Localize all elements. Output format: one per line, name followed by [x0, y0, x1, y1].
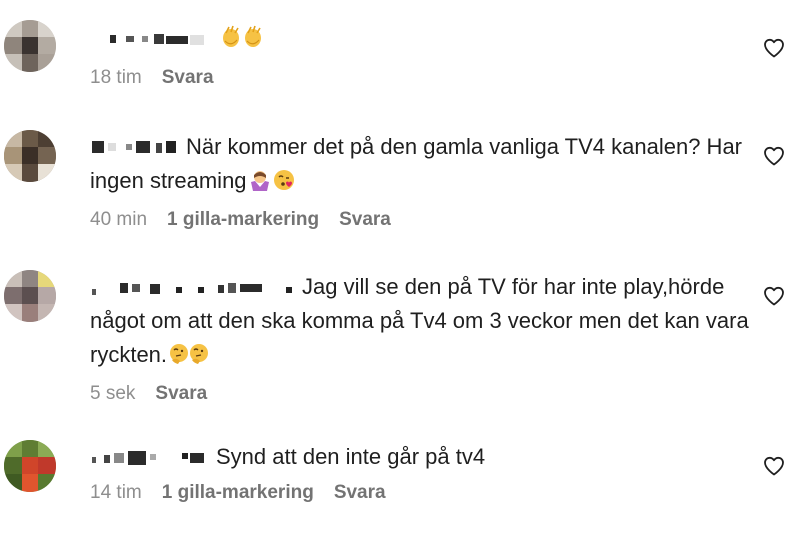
heart-icon[interactable] [762, 284, 786, 308]
avatar[interactable] [4, 440, 56, 492]
comment-text-content: När kommer det på den gamla vanliga TV4 … [90, 134, 743, 193]
heart-icon[interactable] [762, 36, 786, 60]
comment-time[interactable]: 40 min [90, 209, 147, 231]
comment-text [90, 22, 750, 59]
comment-body: När kommer det på den gamla vanliga TV4 … [90, 130, 750, 231]
comment-meta: 14 tim 1 gilla-markering Svara [90, 482, 750, 504]
avatar[interactable] [4, 270, 56, 322]
avatar[interactable] [4, 20, 56, 72]
likes-count[interactable]: 1 gilla-markering [162, 482, 314, 504]
heart-icon[interactable] [762, 144, 786, 168]
reply-button[interactable]: Svara [155, 383, 207, 405]
comment-meta: 18 tim Svara [90, 67, 750, 89]
redacted-username[interactable] [90, 273, 294, 295]
comment-meta: 40 min 1 gilla-markering Svara [90, 209, 750, 231]
comment-time[interactable]: 18 tim [90, 67, 142, 89]
comment-text-content: Synd att den inte går på tv4 [216, 444, 486, 469]
comment-text: Jag vill se den på TV för har inte play,… [90, 270, 750, 375]
comment-text: Synd att den inte går på tv4 [90, 440, 750, 474]
woman-shrugging-icon [249, 167, 271, 201]
comment-body: 18 tim Svara [90, 22, 750, 89]
redacted-username[interactable] [90, 25, 210, 47]
comment-text: När kommer det på den gamla vanliga TV4 … [90, 130, 750, 201]
avatar[interactable] [4, 130, 56, 182]
reply-button[interactable]: Svara [162, 67, 214, 89]
comment-body: Jag vill se den på TV för har inte play,… [90, 270, 750, 405]
heart-icon[interactable] [762, 454, 786, 478]
likes-count[interactable]: 1 gilla-markering [167, 209, 319, 231]
comment-meta: 5 sek Svara [90, 383, 750, 405]
thinking-face-icon [169, 341, 209, 375]
comment-time[interactable]: 5 sek [90, 383, 135, 405]
comment-body: Synd att den inte går på tv4 14 tim 1 gi… [90, 440, 750, 504]
redacted-username[interactable] [90, 443, 208, 465]
clapping-hands-icon [220, 23, 264, 59]
redacted-username[interactable] [90, 133, 178, 155]
comment-time[interactable]: 14 tim [90, 482, 142, 504]
reply-button[interactable]: Svara [339, 209, 391, 231]
reply-button[interactable]: Svara [334, 482, 386, 504]
face-blowing-kiss-icon [273, 167, 295, 201]
